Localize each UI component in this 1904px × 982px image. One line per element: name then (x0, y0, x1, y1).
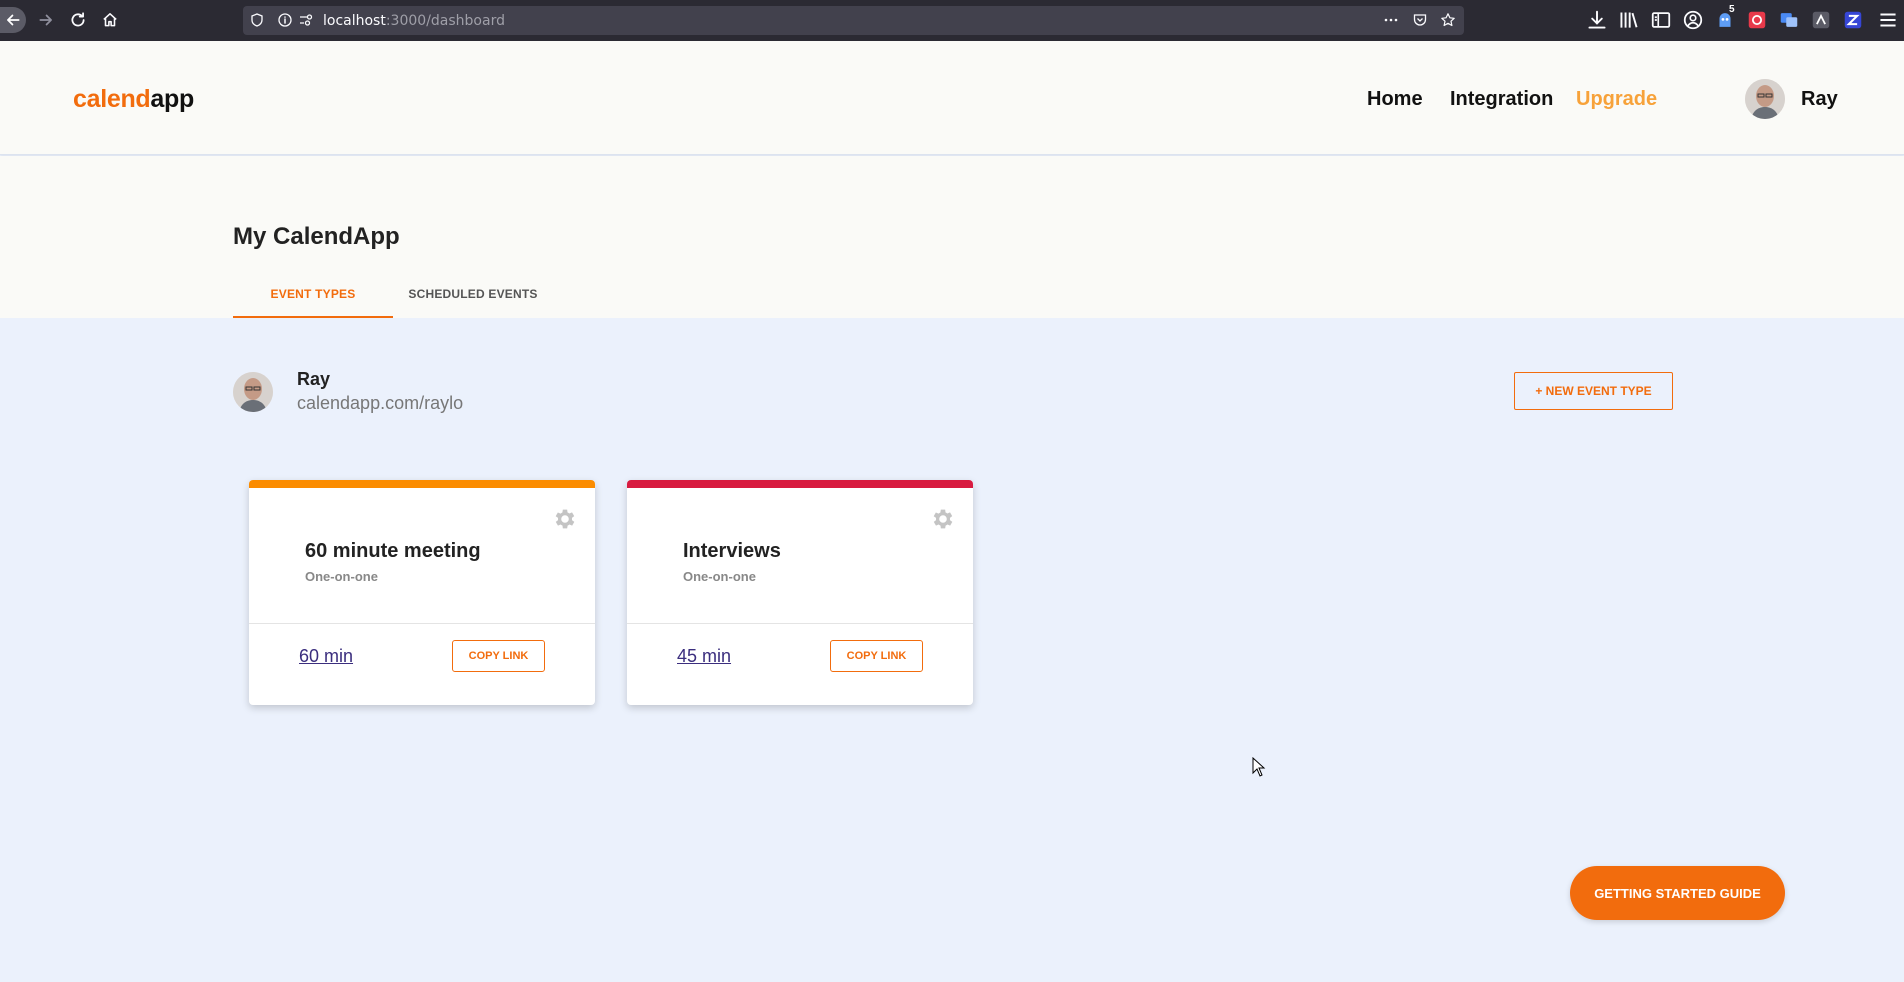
event-card: 60 minute meeting One-on-one 60 min COPY… (249, 480, 595, 705)
back-button[interactable] (0, 7, 26, 33)
more-icon[interactable] (1383, 12, 1399, 28)
reload-icon (71, 12, 85, 27)
shield-icon (251, 13, 263, 27)
profile-avatar (233, 372, 273, 412)
nav-home-link[interactable]: Home (1367, 88, 1423, 111)
nav-upgrade-link[interactable]: Upgrade (1576, 88, 1657, 111)
card-color-bar (249, 480, 595, 488)
tab-scheduled-events[interactable]: SCHEDULED EVENTS (393, 270, 553, 318)
address-bar[interactable]: localhost:3000/dashboard (243, 6, 1464, 35)
browser-toolbar: localhost:3000/dashboard 5 (0, 0, 1904, 41)
logo[interactable]: calendapp (73, 85, 194, 114)
url-text: localhost:3000/dashboard (323, 13, 505, 29)
permissions-icon (300, 14, 313, 26)
copy-link-button[interactable]: COPY LINK (452, 640, 545, 672)
url-host: localhost (323, 13, 386, 29)
app-header: calendapp Home Integration Upgrade Ray (0, 41, 1904, 155)
extension-icon[interactable] (1810, 9, 1832, 31)
user-photo-icon (233, 372, 273, 412)
home-icon (103, 13, 117, 27)
sidebar-icon[interactable] (1650, 9, 1672, 31)
extension-icon[interactable] (1842, 9, 1864, 31)
back-icon (7, 14, 20, 26)
gear-icon[interactable] (552, 506, 578, 532)
star-icon[interactable] (1440, 12, 1456, 28)
reload-button[interactable] (64, 6, 92, 34)
pocket-icon[interactable] (1412, 12, 1428, 28)
profile-link[interactable]: calendapp.com/raylo (297, 393, 463, 414)
getting-started-guide-button[interactable]: GETTING STARTED GUIDE (1570, 866, 1785, 920)
extension-icon[interactable] (1778, 9, 1800, 31)
avatar[interactable] (1745, 79, 1785, 119)
extension-icon[interactable] (1746, 9, 1768, 31)
card-divider (627, 623, 973, 624)
logo-accent-text: calend (73, 85, 151, 113)
header-username[interactable]: Ray (1801, 88, 1838, 111)
tab-event-types[interactable]: EVENT TYPES (233, 270, 393, 318)
event-title: 60 minute meeting (305, 540, 481, 562)
new-event-type-button[interactable]: + NEW EVENT TYPE (1514, 372, 1673, 410)
card-divider (249, 623, 595, 624)
event-title: Interviews (683, 540, 781, 562)
event-duration-link[interactable]: 60 min (299, 646, 353, 667)
event-card: Interviews One-on-one 45 min COPY LINK (627, 480, 973, 705)
copy-link-button[interactable]: COPY LINK (830, 640, 923, 672)
extension-badge: 5 (1729, 4, 1735, 15)
profile-name: Ray (297, 369, 331, 389)
event-type: One-on-one (305, 569, 378, 584)
url-path: :3000/dashboard (385, 13, 505, 29)
user-photo-icon (1745, 79, 1785, 119)
mouse-cursor-icon (1252, 757, 1266, 777)
forward-button[interactable] (32, 6, 60, 34)
info-icon (278, 13, 292, 27)
nav-integration-link[interactable]: Integration (1450, 88, 1553, 111)
page-title: My CalendApp (233, 223, 400, 250)
forward-icon (39, 14, 52, 26)
download-icon[interactable] (1586, 9, 1608, 31)
menu-icon[interactable] (1877, 9, 1899, 31)
home-button[interactable] (96, 6, 124, 34)
event-type: One-on-one (683, 569, 756, 584)
event-duration-link[interactable]: 45 min (677, 646, 731, 667)
account-icon[interactable] (1682, 9, 1704, 31)
gear-icon[interactable] (930, 506, 956, 532)
card-color-bar (627, 480, 973, 488)
library-icon[interactable] (1618, 9, 1640, 31)
logo-text: app (150, 85, 194, 113)
page-header: My CalendApp EVENT TYPES SCHEDULED EVENT… (0, 156, 1904, 318)
